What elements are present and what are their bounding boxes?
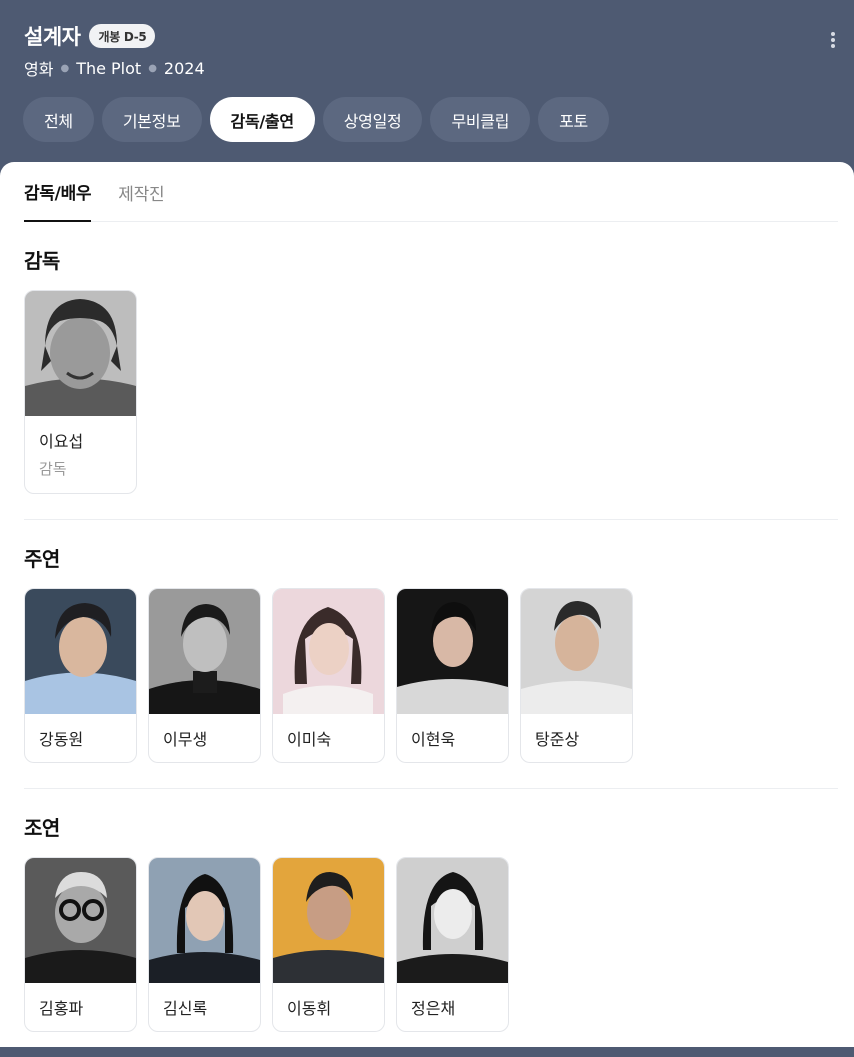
person-photo xyxy=(273,858,384,983)
subtab-crew[interactable]: 제작진 xyxy=(118,162,164,222)
tab-basic-info[interactable]: 기본정보 xyxy=(101,97,202,142)
section-title: 조연 xyxy=(24,815,60,840)
person-card[interactable]: 탕준상 xyxy=(520,588,633,763)
meta-year: 2024 xyxy=(163,58,205,78)
person-photo xyxy=(397,858,508,983)
person-name: 탕준상 xyxy=(535,730,580,749)
person-card[interactable]: 이무생 xyxy=(148,588,261,763)
person-name: 강동원 xyxy=(39,730,84,749)
person-photo xyxy=(25,589,136,714)
section-supporting-cast: 조연 김홍파 김신록 이동휘 정은채 xyxy=(24,812,838,1057)
tab-movie-clips[interactable]: 무비클립 xyxy=(430,97,531,142)
tab-photo[interactable]: 포토 xyxy=(538,97,609,142)
section-lead-cast: 주연 강동원 이무생 이미숙 이현욱 탕준상 xyxy=(24,543,838,789)
page-title: 설계자 xyxy=(24,25,81,49)
title-row: 설계자 개봉 D-5 xyxy=(24,20,830,52)
movie-meta: 영화 ● The Plot ● 2024 xyxy=(24,57,830,80)
tab-all[interactable]: 전체 xyxy=(23,97,94,142)
person-photo xyxy=(25,858,136,983)
separator-dot: ● xyxy=(60,62,70,74)
content-panel: 감독/배우 제작진 감독 이요섭 감독 주연 강동원 이무생 이미숙 이현욱 탕… xyxy=(0,162,854,1047)
person-photo xyxy=(25,291,136,416)
person-card[interactable]: 김신록 xyxy=(148,857,261,1032)
subtab-director-actors[interactable]: 감독/배우 xyxy=(24,162,92,222)
card-list: 이요섭 감독 xyxy=(24,290,838,519)
subtab-bar: 감독/배우 제작진 xyxy=(24,162,838,222)
tab-schedule[interactable]: 상영일정 xyxy=(322,97,423,142)
person-name: 이무생 xyxy=(163,730,208,749)
person-photo xyxy=(149,858,260,983)
person-name: 이미숙 xyxy=(287,730,332,749)
person-card[interactable]: 정은채 xyxy=(396,857,509,1032)
tab-bar: 전체 기본정보 감독/출연 상영일정 무비클립 포토 xyxy=(23,97,830,142)
person-photo xyxy=(521,589,632,714)
card-list: 강동원 이무생 이미숙 이현욱 탕준상 xyxy=(24,588,838,788)
person-photo xyxy=(149,589,260,714)
meta-english-title: The Plot xyxy=(76,58,142,78)
release-badge: 개봉 D-5 xyxy=(89,24,156,48)
person-name: 이요섭 xyxy=(39,432,84,451)
person-name: 김신록 xyxy=(163,999,208,1018)
person-card[interactable]: 강동원 xyxy=(24,588,137,763)
person-name: 김홍파 xyxy=(39,999,84,1018)
separator-dot: ● xyxy=(148,62,157,74)
person-card[interactable]: 김홍파 xyxy=(24,857,137,1032)
person-name: 이동휘 xyxy=(287,999,332,1018)
person-card[interactable]: 이동휘 xyxy=(272,857,385,1032)
person-card[interactable]: 이요섭 감독 xyxy=(24,290,137,494)
section-title: 주연 xyxy=(24,546,60,571)
person-role: 감독 xyxy=(39,460,67,478)
card-list: 김홍파 김신록 이동휘 정은채 xyxy=(24,857,838,1057)
section-title: 감독 xyxy=(24,248,60,273)
more-options-icon[interactable] xyxy=(826,30,840,50)
person-name: 이현욱 xyxy=(411,730,456,749)
person-photo xyxy=(397,589,508,714)
section-director: 감독 이요섭 감독 xyxy=(24,245,838,520)
person-photo xyxy=(273,589,384,714)
person-card[interactable]: 이미숙 xyxy=(272,588,385,763)
meta-category: 영화 xyxy=(24,60,54,79)
header: 설계자 개봉 D-5 영화 ● The Plot ● 2024 전체 기본정보 … xyxy=(0,0,854,162)
tab-cast[interactable]: 감독/출연 xyxy=(209,97,315,142)
person-card[interactable]: 이현욱 xyxy=(396,588,509,763)
person-name: 정은채 xyxy=(411,999,456,1018)
